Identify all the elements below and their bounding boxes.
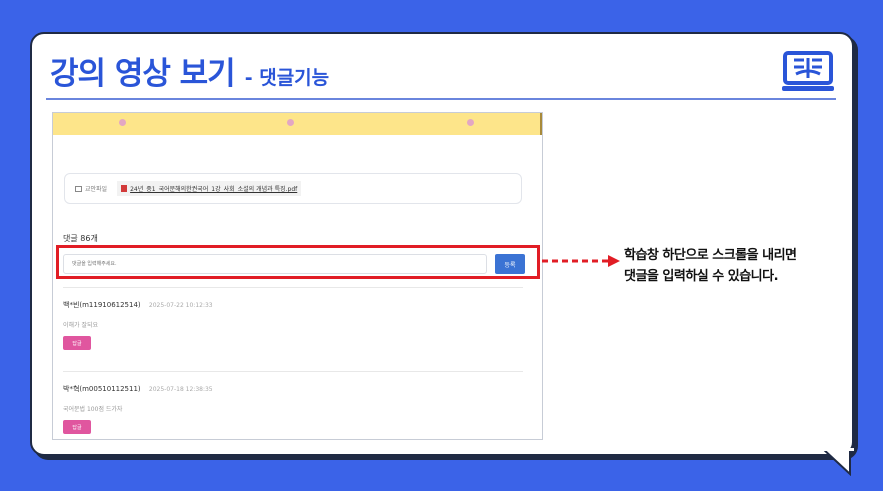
comment-author: 백*빈(m11910612514) xyxy=(63,301,141,309)
attachment-box: 교안파일 24년_중1_국어문해의한권국어_1강_사회_소설의 개념과 특징.p… xyxy=(64,173,522,204)
banner-dot xyxy=(467,119,474,126)
title-divider xyxy=(46,98,836,100)
callout-text: 학습창 하단으로 스크롤을 내리면 댓글을 입력하실 수 있습니다. xyxy=(624,245,797,287)
comment-count: 댓글 86개 xyxy=(63,234,98,243)
comment-meta: 박*혁(m00510112511) 2025-07-18 12:38:35 xyxy=(63,384,213,394)
reply-button[interactable]: 답글 xyxy=(63,420,91,434)
attachment-label: 교안파일 xyxy=(75,184,107,193)
banner-edge xyxy=(540,113,542,135)
arrow-right-icon xyxy=(542,255,620,267)
attachment-file-link[interactable]: 24년_중1_국어문해의한권국어_1강_사회_소설의 개념과 특징.pdf xyxy=(117,181,302,196)
comment-body: 이해가 잘되요 xyxy=(63,322,99,329)
pdf-icon xyxy=(121,185,128,192)
comment-divider xyxy=(63,371,523,372)
comment-author: 박*혁(m00510112511) xyxy=(63,385,141,393)
video-banner xyxy=(53,113,542,135)
comment-date: 2025-07-18 12:38:35 xyxy=(148,386,213,393)
comment-date: 2025-07-22 10:12:33 xyxy=(148,302,213,309)
comment-meta: 백*빈(m11910612514) 2025-07-22 10:12:33 xyxy=(63,300,213,310)
input-highlight-box xyxy=(56,245,540,279)
banner-dot xyxy=(287,119,294,126)
banner-dot xyxy=(119,119,126,126)
attachment-file-name: 24년_중1_국어문해의한권국어_1강_사회_소설의 개념과 특징.pdf xyxy=(130,186,298,193)
folder-icon xyxy=(75,185,82,192)
callout-line-1: 학습창 하단으로 스크롤을 내리면 xyxy=(624,248,797,263)
attachment-label-text: 교안파일 xyxy=(85,186,108,193)
speech-tail xyxy=(820,448,854,476)
title-row: 강의 영상 보기 - 댓글기능 xyxy=(50,48,329,93)
comment-body: 국어문법 100점 드가자 xyxy=(63,406,123,413)
page-subtitle: - 댓글기능 xyxy=(244,67,330,89)
comment-divider xyxy=(63,287,523,288)
callout-line-2: 댓글을 입력하실 수 있습니다. xyxy=(624,269,779,284)
book-icon xyxy=(782,51,834,91)
instruction-card: 강의 영상 보기 - 댓글기능 교안파일 24년_중1_국어문해의한권국어_1강… xyxy=(30,32,854,456)
reply-button[interactable]: 답글 xyxy=(63,336,91,350)
page-title: 강의 영상 보기 xyxy=(50,56,236,92)
